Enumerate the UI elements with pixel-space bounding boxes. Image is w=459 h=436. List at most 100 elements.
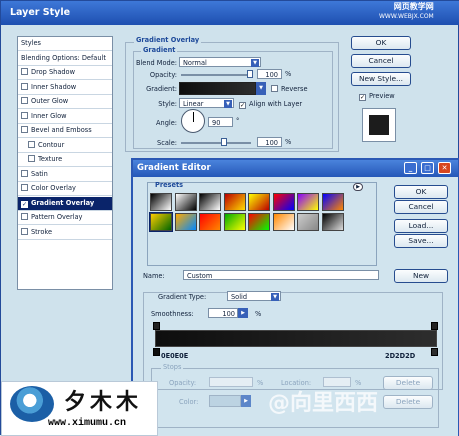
opacity-stop-right[interactable] [431,322,438,330]
preset-swatch[interactable] [297,193,319,211]
style-checkbox[interactable] [21,126,28,133]
preset-swatch[interactable] [199,193,221,211]
gradient-swatch[interactable] [179,82,256,95]
style-checkbox[interactable] [21,213,28,220]
maximize-icon[interactable]: □ [421,162,434,174]
style-item-label: Satin [31,169,48,178]
preset-swatch[interactable] [223,193,246,211]
blend-mode-select[interactable]: Normal ▼ [179,57,261,67]
align-with-layer-checkbox[interactable]: ✓ Align with Layer [239,100,302,109]
style-item[interactable]: Color Overlay [18,182,112,196]
ok-button[interactable]: OK [351,36,411,50]
style-checkbox[interactable] [21,227,28,235]
style-item[interactable]: Pattern Overlay [18,211,112,225]
ge-ok-button[interactable]: OK [394,185,448,199]
preset-swatch[interactable] [150,193,172,211]
style-checkbox[interactable] [28,155,35,162]
stop-opacity-unit: % [257,379,264,387]
preset-swatch[interactable] [248,213,270,231]
window-title: Layer Style [10,7,71,18]
style-item-label: Stroke [31,227,53,236]
style-checkbox[interactable]: ✓ [21,200,28,208]
style-item[interactable]: Blending Options: Default [18,52,112,66]
style-item[interactable]: Texture [18,153,112,167]
presets-menu-icon[interactable]: ▶ [353,183,363,191]
style-item[interactable]: Inner Glow [18,110,112,124]
smoothness-arrow-icon[interactable]: ▶ [238,308,248,318]
opacity-stop-left[interactable] [153,322,160,330]
style-item[interactable]: Styles [18,37,112,51]
style-item[interactable]: Satin [18,168,112,182]
preset-swatch[interactable] [248,193,270,211]
preview-checkbox[interactable]: ✓ Preview [359,92,395,101]
style-item[interactable]: Contour [18,139,112,153]
new-style-button[interactable]: New Style... [351,72,411,86]
style-checkbox[interactable] [21,97,28,104]
style-checkbox[interactable] [21,169,28,177]
preset-swatch[interactable] [272,193,295,211]
angle-dial[interactable] [181,109,205,133]
style-checkbox[interactable] [28,140,35,148]
watermark-title: 网页教学网 [393,2,434,11]
gradient-picker-arrow-icon[interactable]: ▼ [256,82,266,95]
opacity-slider-thumb[interactable] [247,70,253,78]
angle-unit: ° [236,117,240,125]
scale-slider-thumb[interactable] [221,138,227,146]
style-item[interactable]: Stroke [18,226,112,240]
reverse-label: Reverse [281,85,308,93]
style-item-label: Drop Shadow [31,68,75,76]
close-icon[interactable]: ✕ [438,162,451,174]
preset-swatch[interactable] [272,213,295,231]
opacity-label: Opacity: [149,71,177,79]
scale-slider[interactable] [181,142,251,144]
gradient-type-select[interactable]: Solid ▼ [227,291,281,301]
minimize-icon[interactable]: _ [404,162,417,174]
style-checkbox[interactable] [21,82,28,90]
preset-swatch[interactable] [199,213,221,231]
stop-right-color: 2D2D2D [385,352,416,360]
save-button[interactable]: Save... [394,234,448,248]
scale-input[interactable]: 100 [257,137,282,147]
color-arrow-icon[interactable]: ▶ [241,395,251,407]
smoothness-input[interactable]: 100 [208,308,238,318]
opacity-input[interactable]: 100 [257,69,282,79]
smoothness-label: Smoothness: [151,310,194,318]
load-button[interactable]: Load... [394,219,448,233]
opacity-unit: % [285,70,292,78]
preset-swatch[interactable] [297,213,319,231]
style-checkbox[interactable] [21,68,28,75]
ge-cancel-button[interactable]: Cancel [394,200,448,214]
preset-swatch[interactable] [174,193,197,211]
delete-color-stop-button[interactable]: Delete [383,395,433,409]
style-item[interactable]: Outer Glow [18,95,112,109]
new-gradient-button[interactable]: New [394,269,448,283]
angle-label: Angle: [156,119,177,127]
name-input[interactable]: Custom [183,270,379,280]
stop-color-swatch[interactable] [209,395,241,407]
preset-swatch[interactable] [149,212,173,232]
opacity-slider[interactable] [181,74,251,76]
preset-swatch[interactable] [321,193,344,211]
color-stop-left[interactable] [153,348,160,356]
cancel-button[interactable]: Cancel [351,54,411,68]
style-label: Style: [158,100,177,108]
preset-swatch[interactable] [223,213,246,231]
gradient-bar[interactable] [155,330,437,347]
style-item[interactable]: Inner Shadow [18,81,112,95]
preset-swatch[interactable] [174,213,197,231]
stop-opacity-input[interactable] [209,377,253,387]
reverse-checkbox[interactable]: Reverse [271,85,308,93]
color-stop-right[interactable] [431,348,438,356]
gradient-editor-window: Gradient Editor _ □ ✕ Presets ▶ OK Cance… [131,158,459,436]
style-checkbox[interactable] [21,184,28,191]
preset-swatch[interactable] [321,213,344,231]
style-checkbox[interactable] [21,111,28,119]
style-select[interactable]: Linear ▼ [179,98,234,108]
angle-input[interactable]: 90 [208,117,233,127]
style-item[interactable]: ✓ Gradient Overlay [18,196,112,211]
delete-opacity-stop-button[interactable]: Delete [383,376,433,390]
site-logo: 夕木木 www.ximumu.cn [1,381,158,436]
style-item[interactable]: Drop Shadow [18,66,112,80]
gradient-editor-title: Gradient Editor [137,163,211,173]
style-item[interactable]: Bevel and Emboss [18,124,112,138]
